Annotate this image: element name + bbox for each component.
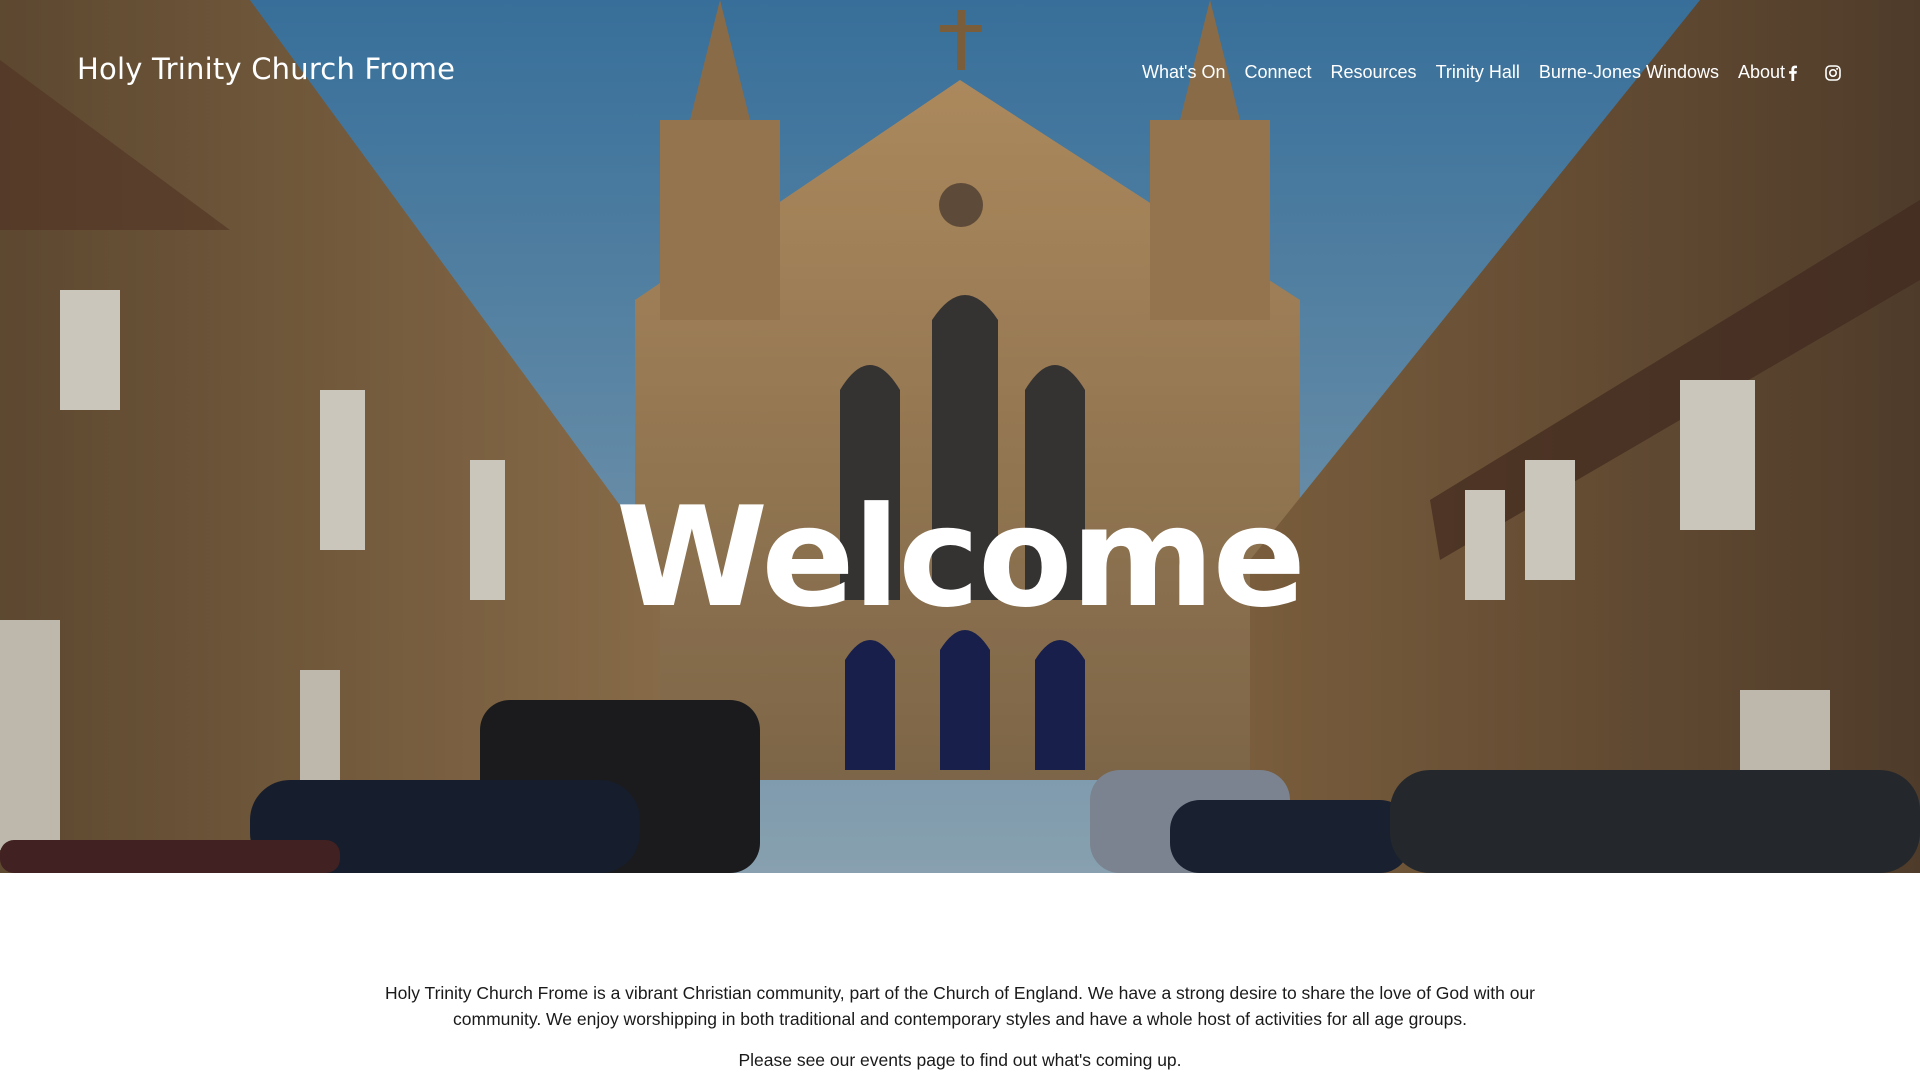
facebook-icon[interactable] bbox=[1784, 64, 1802, 82]
site-title-link[interactable]: Holy Trinity Church Frome bbox=[77, 52, 455, 86]
nav-whats-on[interactable]: What's On bbox=[1142, 62, 1225, 83]
intro-paragraph: Holy Trinity Church Frome is a vibrant C… bbox=[384, 983, 1536, 1029]
events-paragraph: Please see our events page to find out w… bbox=[738, 1050, 1182, 1070]
site-header: Holy Trinity Church Frome What's On Conn… bbox=[0, 0, 1920, 150]
nav-about[interactable]: About bbox=[1738, 62, 1785, 83]
nav-burne-jones-windows[interactable]: Burne-Jones Windows bbox=[1539, 62, 1719, 83]
social-links bbox=[1784, 64, 1842, 82]
hero-banner: Holy Trinity Church Frome What's On Conn… bbox=[0, 0, 1920, 873]
nav-resources[interactable]: Resources bbox=[1331, 62, 1417, 83]
nav-connect[interactable]: Connect bbox=[1244, 62, 1311, 83]
nav-trinity-hall[interactable]: Trinity Hall bbox=[1436, 62, 1520, 83]
instagram-icon[interactable] bbox=[1824, 64, 1842, 82]
main-content: Holy Trinity Church Frome is a vibrant C… bbox=[0, 873, 1920, 1073]
main-nav: What's On Connect Resources Trinity Hall… bbox=[1142, 62, 1785, 83]
hero-heading: Welcome bbox=[615, 477, 1306, 639]
